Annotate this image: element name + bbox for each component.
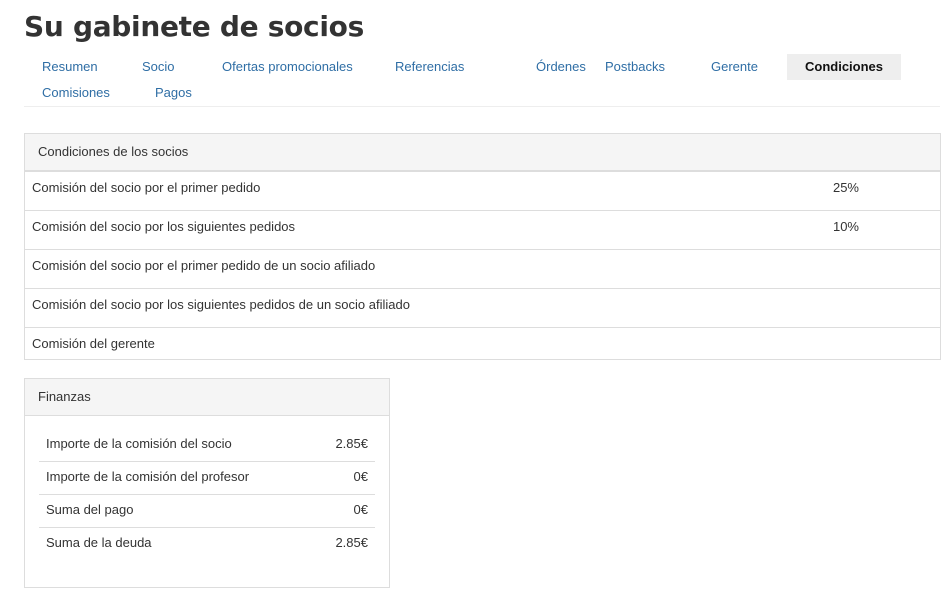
conditions-row-label: Comisión del socio por el primer pedido … [32,258,376,273]
conditions-row: Comisión del gerente [25,327,940,366]
tab-pagos[interactable]: Pagos [155,80,192,106]
finances-row: Suma de la deuda 2.85€ [39,527,375,560]
finances-row-label: Suma de la deuda [46,535,152,550]
conditions-row-label: Comisión del socio por los siguientes pe… [32,219,296,234]
page-title: Su gabinete de socios [24,10,364,43]
conditions-panel: Condiciones de los socios Comisión del s… [24,133,941,360]
conditions-row-value: 10% [832,219,859,234]
conditions-row-label: Comisión del gerente [32,336,155,351]
conditions-row-label: Comisión del socio por los siguientes pe… [32,297,410,312]
conditions-row: Comisión del socio por los siguientes pe… [25,210,940,249]
tab-referencias[interactable]: Referencias [395,54,464,80]
finances-panel: Finanzas Importe de la comisión del soci… [24,378,390,588]
conditions-row-label: Comisión del socio por el primer pedido [32,180,261,195]
finances-heading: Finanzas [25,379,389,416]
finances-row-label: Importe de la comisión del socio [46,436,232,451]
tab-condiciones[interactable]: Condiciones [787,54,902,80]
tab-postbacks[interactable]: Postbacks [605,54,665,80]
finances-row-value: 2.85€ [335,535,368,550]
tab-gerente[interactable]: Gerente [711,54,758,80]
finances-row: Suma del pago 0€ [39,494,375,527]
conditions-row: Comisión del socio por el primer pedido … [25,171,940,210]
finances-row-label: Suma del pago [46,502,134,517]
tab-ofertas-promocionales[interactable]: Ofertas promocionales [222,54,353,80]
finances-table: Importe de la comisión del socio 2.85€ I… [39,429,375,560]
conditions-row-value: 25% [832,180,859,195]
finances-row-value: 0€ [353,502,368,517]
conditions-row: Comisión del socio por los siguientes pe… [25,288,940,327]
conditions-row: Comisión del socio por el primer pedido … [25,249,940,288]
tab-comisiones[interactable]: Comisiones [42,80,110,106]
finances-row: Importe de la comisión del socio 2.85€ [39,429,375,461]
conditions-heading: Condiciones de los socios [25,134,940,171]
finances-row-value: 2.85€ [335,436,368,451]
finances-row-label: Importe de la comisión del profesor [46,469,250,484]
finances-row-value: 0€ [353,469,368,484]
tab-socio[interactable]: Socio [142,54,175,80]
tab-ordenes[interactable]: Órdenes [536,54,586,80]
tab-bar: Resumen Socio Ofertas promocionales Refe… [24,54,940,107]
tab-resumen[interactable]: Resumen [42,54,98,80]
finances-row: Importe de la comisión del profesor 0€ [39,461,375,494]
